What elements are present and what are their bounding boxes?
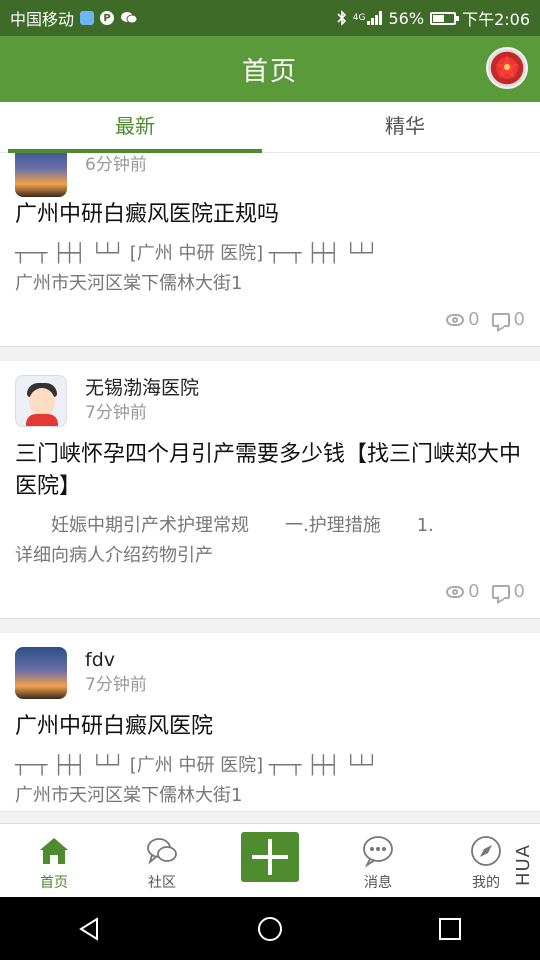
author-avatar[interactable]: [15, 647, 67, 699]
post-time: 7分钟前: [85, 675, 147, 695]
tab-bar: 最新 精华: [0, 102, 540, 153]
carrier-label: 中国移动: [10, 10, 75, 29]
nav-messages[interactable]: 消息: [324, 824, 432, 898]
post-excerpt: 妊娠中期引产术护理常规 一.护理措施 1. 详细向病人介绍药物引产: [0, 503, 540, 571]
post-time: 6分钟前: [85, 155, 147, 175]
post-feed[interactable]: 6分钟前 广州中研白癜风医院正规吗 ┬─┬ ├┼┤ └┴┘ [广州 中研 医院]…: [0, 153, 540, 823]
comment-count-value: 0: [513, 309, 525, 330]
post-time: 7分钟前: [85, 403, 147, 423]
flower-icon: [495, 55, 519, 78]
excerpt-line: 详细向病人介绍药物引产: [15, 545, 213, 566]
nav-community-label: 社区: [148, 875, 176, 891]
community-icon: [147, 838, 177, 865]
post-card[interactable]: fdv 7分钟前 广州中研白癜风医院 ┬─┬ ├┼┤ └┴┘ [广州 中研 医院…: [0, 633, 540, 812]
battery-fill: [433, 14, 445, 22]
bottom-nav: 首页 社区 消息 我的 HUA: [0, 823, 540, 898]
nav-home[interactable]: 首页: [0, 824, 108, 898]
post-header: fdv 7分钟前: [0, 633, 540, 699]
post-meta: fdv 7分钟前: [85, 647, 147, 697]
comment-icon: [491, 312, 510, 327]
view-count-value: 0: [468, 581, 480, 602]
excerpt-line: 广州市天河区棠下儒林大街1: [15, 273, 243, 294]
post-title[interactable]: 三门峡怀孕四个月引产需要多少钱【找三门峡郑大中医院】: [0, 427, 540, 503]
page-title: 首页: [241, 56, 298, 87]
tab-latest[interactable]: 最新: [0, 102, 270, 153]
status-right: 4G 56% 下午2:06: [337, 6, 530, 30]
bluetooth-icon: [337, 10, 347, 26]
parking-icon: P: [100, 11, 115, 25]
clock: 下午2:06: [462, 10, 530, 29]
plus-icon[interactable]: [241, 832, 299, 882]
author-name[interactable]: 无锡渤海医院: [85, 375, 199, 401]
post-card[interactable]: 6分钟前 广州中研白癜风医院正规吗 ┬─┬ ├┼┤ └┴┘ [广州 中研 医院]…: [0, 153, 540, 347]
comment-count-value: 0: [513, 581, 525, 602]
comment-count: 0: [491, 581, 525, 602]
post-meta: 6分钟前: [85, 153, 147, 177]
view-count: 0: [446, 309, 480, 330]
view-count: 0: [446, 581, 480, 602]
excerpt-line: ┬─┬ ├┼┤ └┴┘ [广州 中研 医院] ┬─┬ ├┼┤ └┴┘: [15, 243, 378, 264]
nav-messages-label: 消息: [364, 875, 392, 891]
post-header: 无锡渤海医院 7分钟前: [0, 361, 540, 427]
view-count-value: 0: [468, 309, 480, 330]
wechat-icon: [120, 11, 138, 25]
battery-icon: [430, 11, 460, 25]
post-excerpt: ┬─┬ ├┼┤ └┴┘ [广州 中研 医院] ┬─┬ ├┼┤ └┴┘ 广州市天河…: [0, 231, 540, 299]
recents-icon[interactable]: [437, 916, 463, 942]
post-excerpt: ┬─┬ ├┼┤ └┴┘ [广州 中研 医院] ┬─┬ ├┼┤ └┴┘ 广州市天河…: [0, 743, 540, 811]
post-card[interactable]: 无锡渤海医院 7分钟前 三门峡怀孕四个月引产需要多少钱【找三门峡郑大中医院】 妊…: [0, 361, 540, 619]
home-circle-icon[interactable]: [257, 916, 283, 942]
tab-featured[interactable]: 精华: [270, 102, 540, 152]
author-avatar[interactable]: [15, 153, 67, 197]
nav-add[interactable]: [216, 824, 324, 898]
nav-home-label: 首页: [40, 875, 68, 891]
excerpt-line: ┬─┬ ├┼┤ └┴┘ [广州 中研 医院] ┬─┬ ├┼┤ └┴┘: [15, 755, 378, 776]
status-left: 中国移动 P: [10, 6, 138, 30]
nav-profile-label: 我的: [472, 875, 500, 891]
status-bar: 中国移动 P 4G 56% 下午2:06: [0, 0, 540, 36]
edge-text: HUA: [513, 844, 534, 887]
author-avatar[interactable]: [15, 375, 67, 427]
system-nav-bar: [0, 897, 540, 960]
avatar-shirt: [26, 414, 58, 426]
eye-icon: [446, 313, 465, 326]
nav-profile[interactable]: 我的 HUA: [432, 824, 540, 898]
excerpt-line: 妊娠中期引产术护理常规 一.护理措施 1.: [15, 515, 434, 536]
nav-community[interactable]: 社区: [108, 824, 216, 898]
compass-icon: [471, 836, 501, 866]
network-type-label: 4G: [352, 13, 366, 23]
excerpt-line: 广州市天河区棠下儒林大街1: [15, 785, 243, 806]
battery-percent: 56%: [388, 8, 425, 28]
post-meta: 无锡渤海医院 7分钟前: [85, 375, 199, 425]
notification-app-icon: [80, 11, 95, 25]
eye-icon: [446, 585, 465, 598]
user-avatar[interactable]: [486, 47, 528, 89]
avatar-face: [29, 388, 55, 416]
comment-count: 0: [491, 309, 525, 330]
post-stats: 0 0: [0, 571, 540, 618]
back-icon[interactable]: [77, 916, 103, 942]
signal-icon: 4G: [353, 11, 383, 25]
home-icon: [40, 838, 68, 864]
author-name[interactable]: fdv: [85, 647, 147, 673]
message-icon: [363, 836, 393, 868]
post-stats: 0 0: [0, 299, 540, 346]
post-header: 6分钟前: [0, 153, 540, 197]
app-header: 首页: [0, 36, 540, 102]
post-title[interactable]: 广州中研白癜风医院: [0, 699, 540, 743]
comment-icon: [491, 584, 510, 599]
post-title[interactable]: 广州中研白癜风医院正规吗: [0, 197, 540, 231]
